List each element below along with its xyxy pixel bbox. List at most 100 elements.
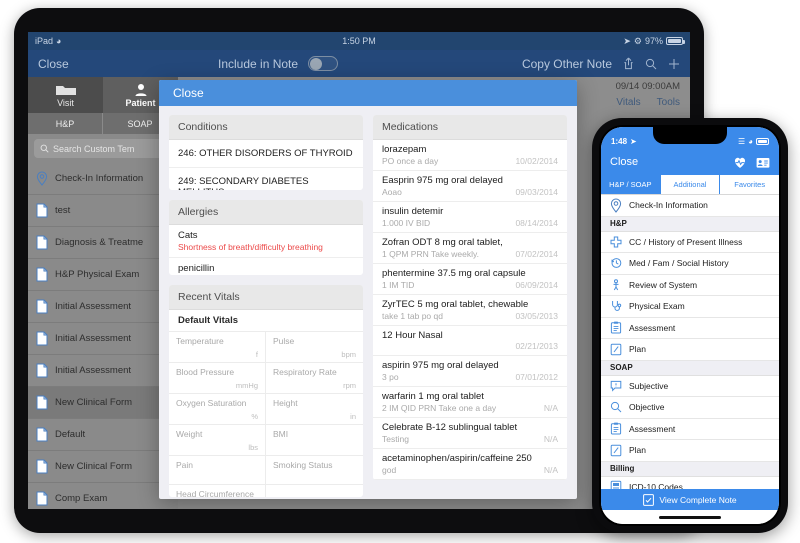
vital-field[interactable]: Respiratory Rate rpm [266, 363, 363, 394]
template-list-item[interactable]: Comp Exam [28, 483, 178, 509]
allergies-list[interactable]: Cats Shortness of breath/difficulty breat… [169, 225, 363, 275]
medications-title: Medications [373, 115, 567, 140]
iphone-list-item[interactable]: Plan [601, 339, 779, 361]
vital-field[interactable]: Pain [169, 455, 266, 485]
template-list-item[interactable]: Check-In Information [28, 163, 178, 195]
iphone-segmented-control[interactable]: H&P / SOAP Additional Favorites [601, 175, 779, 195]
cellular-icon: ☰ [737, 137, 746, 146]
location-pin-icon [36, 171, 48, 186]
patient-card-icon[interactable] [756, 156, 770, 169]
vital-field[interactable]: Weight lbs [169, 424, 266, 456]
vital-field[interactable] [266, 485, 363, 497]
vital-field-unit: bpm [341, 349, 356, 359]
segment-visit[interactable]: Visit [28, 77, 103, 113]
conditions-card: Conditions 246: OTHER DISORDERS OF THYRO… [169, 115, 363, 190]
medication-row[interactable]: aspirin 975 mg oral delayed 3 po 07/01/201… [373, 356, 567, 387]
vital-field-unit: rpm [343, 380, 356, 390]
medication-date: N/A [543, 403, 558, 413]
medication-row[interactable]: Easprin 975 mg oral delayed Aoao 09/03/201… [373, 171, 567, 202]
template-list-item[interactable]: H&P Physical Exam [28, 259, 178, 291]
medication-row[interactable]: 12 Hour Nasal 02/21/2013 [373, 326, 567, 356]
iphone-section-list[interactable]: Check-In Information H&P CC / History of P… [601, 195, 779, 489]
iphone-list-item[interactable]: CC / History of Present Illness [601, 232, 779, 253]
plus-icon[interactable] [668, 58, 680, 70]
vitals-groups[interactable]: Default Vitals Temperature f Pulse bpm Blood … [169, 309, 363, 497]
include-in-note-toggle[interactable] [308, 56, 339, 71]
iphone-list-item[interactable]: Plan [601, 440, 779, 462]
document-icon [36, 427, 48, 442]
vital-field[interactable]: Blood Pressure mmHg [169, 362, 266, 394]
iphone-list-item[interactable]: Assessment [601, 419, 779, 440]
tab-vitals[interactable]: Vitals [616, 97, 640, 108]
template-list-item[interactable]: New Clinical Form [28, 387, 178, 419]
vital-field[interactable]: Smoking Status [266, 456, 363, 485]
segment-hp[interactable]: H&P [28, 113, 103, 134]
search-icon[interactable] [645, 58, 657, 70]
template-list-item[interactable]: test [28, 195, 178, 227]
iphone-segment[interactable]: Favorites [720, 175, 779, 194]
ipad-close-button[interactable]: Close [38, 57, 208, 71]
medication-row[interactable]: phentermine 37.5 mg oral capsule 1 IM TID… [373, 264, 567, 295]
medication-sig: Testing [382, 434, 409, 444]
search-input[interactable]: Search Custom Tem [34, 139, 172, 158]
condition-row[interactable]: 246: OTHER DISORDERS OF THYROID [169, 140, 363, 168]
medication-row[interactable]: warfarin 1 mg oral tablet 2 IM QID PRN Ta… [373, 387, 567, 418]
iphone-list-item[interactable]: ICD-10 Codes [601, 477, 779, 489]
document-icon [36, 491, 48, 506]
iphone-list-item-label: Assessment [629, 322, 676, 333]
modal-close-button[interactable]: Close [173, 86, 204, 100]
medication-row[interactable]: Celebrate B-12 sublingual tablet Testing N… [373, 418, 567, 449]
iphone-view-complete-note-button[interactable]: View Complete Note [601, 489, 779, 510]
medications-list[interactable]: lorazepam PO once a day 10/02/2014 Easprin … [373, 140, 567, 480]
vital-field[interactable]: Height in [266, 394, 363, 425]
heart-pulse-icon[interactable] [733, 156, 747, 169]
copy-other-note-button[interactable]: Copy Other Note [522, 57, 612, 71]
medication-row[interactable]: insulin detemir 1.000 IV BID 08/14/2014 [373, 202, 567, 233]
medication-row[interactable]: lorazepam PO once a day 10/02/2014 [373, 140, 567, 171]
vital-field[interactable]: Oxygen Saturation% [169, 393, 266, 425]
iphone-list-item[interactable]: Assessment [601, 318, 779, 339]
iphone-list-item[interactable]: Review of System [601, 275, 779, 296]
iphone-list-item[interactable]: Med / Fam / Social History [601, 253, 779, 275]
search-icon [40, 144, 49, 153]
iphone-list-item[interactable]: Objective [601, 397, 779, 419]
iphone-segment[interactable]: Additional [660, 175, 721, 194]
home-indicator-wrap [601, 510, 779, 524]
iphone-list-item[interactable]: Physical Exam [601, 296, 779, 318]
vital-field[interactable]: Head Circumferencein [169, 484, 266, 497]
template-list[interactable]: Check-In Information test Diagnosis & Trea… [28, 163, 178, 509]
iphone-list-item[interactable]: Check-In Information [601, 195, 779, 217]
vital-field[interactable]: BMI [266, 425, 363, 456]
vital-field-label: Oxygen Saturation [176, 397, 247, 408]
status-bar-time: 1:50 PM [342, 36, 376, 46]
allergy-row[interactable]: penicillinHives [169, 258, 363, 275]
medication-row[interactable]: acetaminophen/aspirin/caffeine 250 god N/A [373, 449, 567, 480]
template-list-item[interactable]: Diagnosis & Treatme [28, 227, 178, 259]
encounter-date: 09/14 09:00AM [615, 81, 680, 92]
allergy-row[interactable]: Cats Shortness of breath/difficulty breat… [169, 225, 363, 258]
medication-name: Celebrate B-12 sublingual tablet [382, 422, 518, 433]
medication-name: warfarin 1 mg oral tablet [382, 391, 484, 402]
template-list-item[interactable]: Initial Assessment [28, 323, 178, 355]
medication-name: phentermine 37.5 mg oral capsule [382, 268, 526, 279]
iphone-close-button[interactable]: Close [610, 156, 638, 168]
template-list-item[interactable]: Default [28, 419, 178, 451]
iphone-segment[interactable]: H&P / SOAP [601, 175, 661, 194]
template-list-item[interactable]: Initial Assessment [28, 355, 178, 387]
home-indicator [659, 515, 721, 519]
template-list-item[interactable]: Initial Assessment [28, 291, 178, 323]
vital-field-unit: f [255, 349, 258, 359]
medication-name: Easprin 975 mg oral delayed [382, 175, 503, 186]
body-icon [610, 278, 622, 291]
iphone-list-item[interactable]: Subjective [601, 376, 779, 397]
share-icon[interactable] [623, 57, 634, 70]
vital-field[interactable]: Pulse bpm [266, 332, 363, 363]
vital-field[interactable]: Temperature f [169, 331, 266, 363]
template-list-item[interactable]: New Clinical Form [28, 451, 178, 483]
conditions-list[interactable]: 246: OTHER DISORDERS OF THYROID 249: SECO… [169, 140, 363, 190]
condition-row[interactable]: 249: SECONDARY DIABETES MELLITUS [169, 168, 363, 190]
medication-row[interactable]: ZyrTEC 5 mg oral tablet, chewable take 1 … [373, 295, 567, 326]
medication-row[interactable]: Zofran ODT 8 mg oral tablet, 1 QPM PRN Ta… [373, 233, 567, 264]
tab-tools[interactable]: Tools [657, 97, 680, 108]
billing-icon [610, 480, 622, 489]
